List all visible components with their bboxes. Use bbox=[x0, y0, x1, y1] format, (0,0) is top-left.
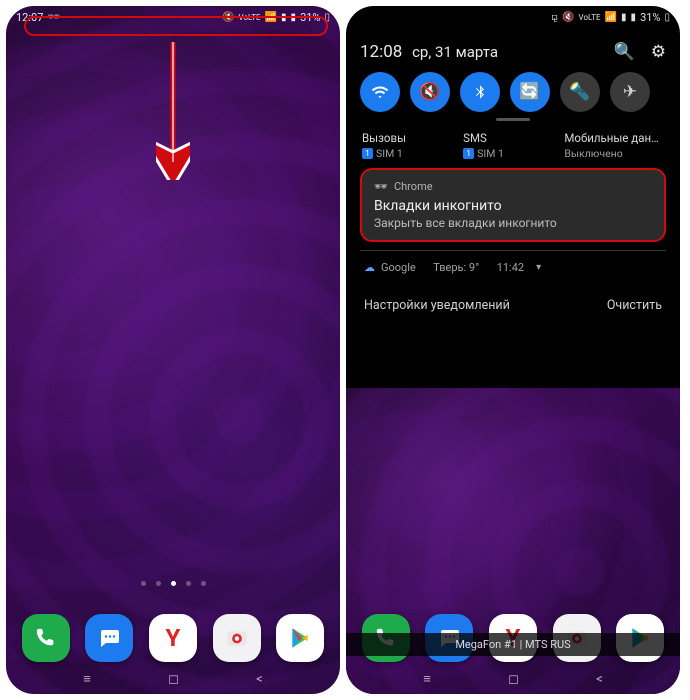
page-indicator[interactable] bbox=[6, 581, 340, 586]
qs-sound[interactable]: 🔇 bbox=[410, 72, 450, 112]
notif-app-name: Google bbox=[381, 261, 416, 274]
notif-app-name: Chrome bbox=[394, 180, 433, 193]
signal2-icon: ▮ bbox=[291, 12, 297, 23]
settings-icon[interactable]: ⚙ bbox=[651, 42, 666, 62]
status-bar[interactable]: 12:07 🕶 🔇 VoLTE 📶 ▮ ▮ 31% ▯ bbox=[6, 6, 340, 28]
mute-icon: 🔇 bbox=[562, 12, 574, 23]
qs-rotate[interactable]: 🔄 bbox=[510, 72, 550, 112]
battery-icon: ▯ bbox=[324, 12, 330, 23]
connectivity-tiles: Вызовы 1SIM 1 SMS 1SIM 1 Мобильные дан… … bbox=[360, 131, 666, 168]
battery-text: 31% bbox=[640, 11, 660, 24]
status-time: 12:07 bbox=[16, 11, 43, 24]
tile-sms[interactable]: SMS 1SIM 1 bbox=[463, 131, 563, 160]
notification-settings-button[interactable]: Настройки уведомлений bbox=[364, 298, 510, 313]
quick-settings-row: 🔇 🔄 🔦 ✈ bbox=[360, 72, 666, 112]
wallpaper-strip: Y MegaFon #1 | MTS RUS ≡ ◻ < bbox=[346, 388, 680, 694]
tile-data[interactable]: Мобильные дан… Выключено bbox=[564, 131, 664, 160]
qs-wifi[interactable] bbox=[360, 72, 400, 112]
nav-home[interactable]: ◻ bbox=[168, 672, 179, 687]
signal2-icon: ▮ bbox=[631, 12, 637, 23]
wifi-icon: 📶 bbox=[605, 12, 617, 23]
weather-time: 11:42 bbox=[497, 261, 524, 274]
phone-home-screen: 12:07 🕶 🔇 VoLTE 📶 ▮ ▮ 31% ▯ bbox=[6, 6, 340, 694]
notification-shade[interactable]: 12:08 ср, 31 марта 🔍 ⚙ 🔇 🔄 🔦 ✈ Вызовы bbox=[346, 28, 680, 327]
wifi-icon: 📶 bbox=[265, 12, 277, 23]
qs-flashlight[interactable]: 🔦 bbox=[560, 72, 600, 112]
shade-handle[interactable] bbox=[496, 118, 530, 121]
shade-date: 12:08 ср, 31 марта bbox=[360, 42, 498, 62]
carrier-label: MegaFon #1 | MTS RUS bbox=[346, 633, 680, 656]
notification-weather[interactable]: ☁ Google Тверь: 9° 11:42 ▾ bbox=[360, 250, 666, 282]
signal1-icon: ▮ bbox=[621, 12, 627, 23]
nav-back[interactable]: < bbox=[256, 672, 263, 687]
android-nav-bar[interactable]: ≡ ◻ < bbox=[346, 670, 680, 688]
incognito-icon: 🕶 bbox=[374, 180, 388, 193]
dock: Y bbox=[6, 614, 340, 662]
incognito-icon: 🕶 bbox=[47, 12, 60, 23]
app-yandex[interactable]: Y bbox=[149, 614, 197, 662]
qs-bluetooth[interactable] bbox=[460, 72, 500, 112]
bluetooth-icon: ⚼ bbox=[551, 12, 558, 23]
weather-text: Тверь: 9° bbox=[433, 261, 479, 274]
nav-back[interactable]: < bbox=[596, 672, 603, 687]
mute-icon: 🔇 bbox=[222, 12, 234, 23]
phone-notification-shade: ⚼ 🔇 VoLTE 📶 ▮ ▮ 31% ▯ 12:08 ср, 31 марта… bbox=[346, 6, 680, 694]
search-icon[interactable]: 🔍 bbox=[614, 42, 635, 62]
nav-recents[interactable]: ≡ bbox=[83, 671, 91, 687]
cloud-icon: ☁ bbox=[364, 261, 375, 274]
nav-home[interactable]: ◻ bbox=[508, 672, 519, 687]
battery-icon: ▯ bbox=[664, 12, 670, 23]
qs-airplane[interactable]: ✈ bbox=[610, 72, 650, 112]
app-camera[interactable] bbox=[213, 614, 261, 662]
signal1-icon: ▮ bbox=[281, 12, 287, 23]
tile-calls[interactable]: Вызовы 1SIM 1 bbox=[362, 131, 462, 160]
android-nav-bar[interactable]: ≡ ◻ < bbox=[6, 670, 340, 688]
app-messages[interactable] bbox=[85, 614, 133, 662]
clear-all-button[interactable]: Очистить bbox=[607, 298, 662, 313]
chevron-down-icon[interactable]: ▾ bbox=[536, 262, 541, 273]
status-bar: ⚼ 🔇 VoLTE 📶 ▮ ▮ 31% ▯ bbox=[346, 6, 680, 28]
battery-text: 31% bbox=[300, 11, 320, 24]
notif-subtitle: Закрыть все вкладки инкогнито bbox=[374, 216, 652, 230]
volte-icon: VoLTE bbox=[579, 13, 601, 22]
app-play-store[interactable] bbox=[276, 614, 324, 662]
notif-title: Вкладки инкогнито bbox=[374, 198, 652, 214]
notification-chrome-incognito[interactable]: 🕶 Chrome Вкладки инкогнито Закрыть все в… bbox=[360, 168, 666, 242]
app-phone[interactable] bbox=[22, 614, 70, 662]
volte-icon: VoLTE bbox=[239, 13, 261, 22]
swipe-down-arrow bbox=[156, 40, 190, 180]
nav-recents[interactable]: ≡ bbox=[423, 671, 431, 687]
